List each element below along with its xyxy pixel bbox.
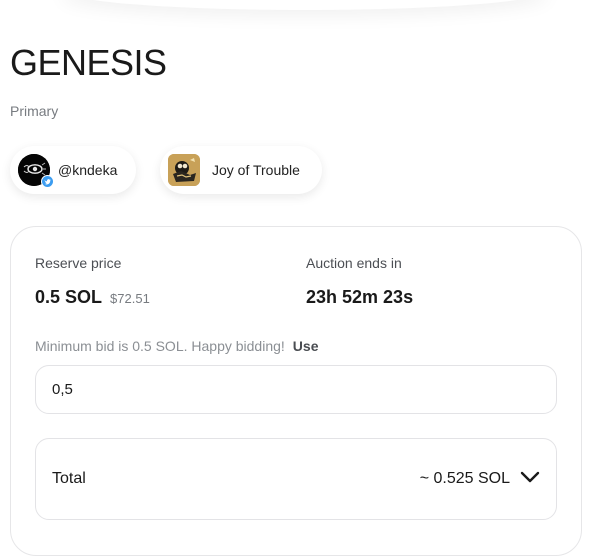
header-shadow: [60, 0, 550, 10]
bid-amount-input[interactable]: [35, 365, 557, 414]
total-expander[interactable]: Total ~ 0.525 SOL: [35, 438, 557, 520]
collection-artwork-thumbnail: [168, 154, 200, 186]
minimum-bid-text: Minimum bid is 0.5 SOL. Happy bidding!: [35, 338, 285, 354]
reserve-price: 0.5 SOL $72.51: [35, 287, 150, 308]
auction-ends-label: Auction ends in: [306, 255, 402, 271]
creator-chip[interactable]: @kndeka: [10, 146, 136, 194]
use-min-bid-button[interactable]: Use: [293, 338, 319, 354]
total-summary: ~ 0.525 SOL: [420, 470, 540, 488]
bid-panel: Reserve price Auction ends in 0.5 SOL $7…: [10, 226, 582, 556]
collection-name: Joy of Trouble: [212, 162, 300, 178]
reserve-price-label: Reserve price: [35, 255, 122, 271]
sale-type-label: Primary: [10, 103, 59, 119]
reserve-price-usd: $72.51: [110, 291, 150, 306]
total-value: ~ 0.525 SOL: [419, 470, 510, 487]
artwork-title: GENESIS: [10, 42, 167, 83]
total-label: Total: [52, 470, 86, 487]
chevron-down-icon[interactable]: [520, 470, 540, 488]
twitter-verified-icon: [41, 175, 54, 188]
creator-handle: @kndeka: [58, 162, 118, 178]
reserve-price-sol: 0.5 SOL: [35, 287, 103, 307]
creator-avatar: [18, 154, 54, 188]
collection-chip[interactable]: Joy of Trouble: [160, 146, 322, 194]
auction-countdown: 23h 52m 23s: [306, 287, 414, 307]
minimum-bid-hint: Minimum bid is 0.5 SOL. Happy bidding! U…: [35, 338, 318, 354]
